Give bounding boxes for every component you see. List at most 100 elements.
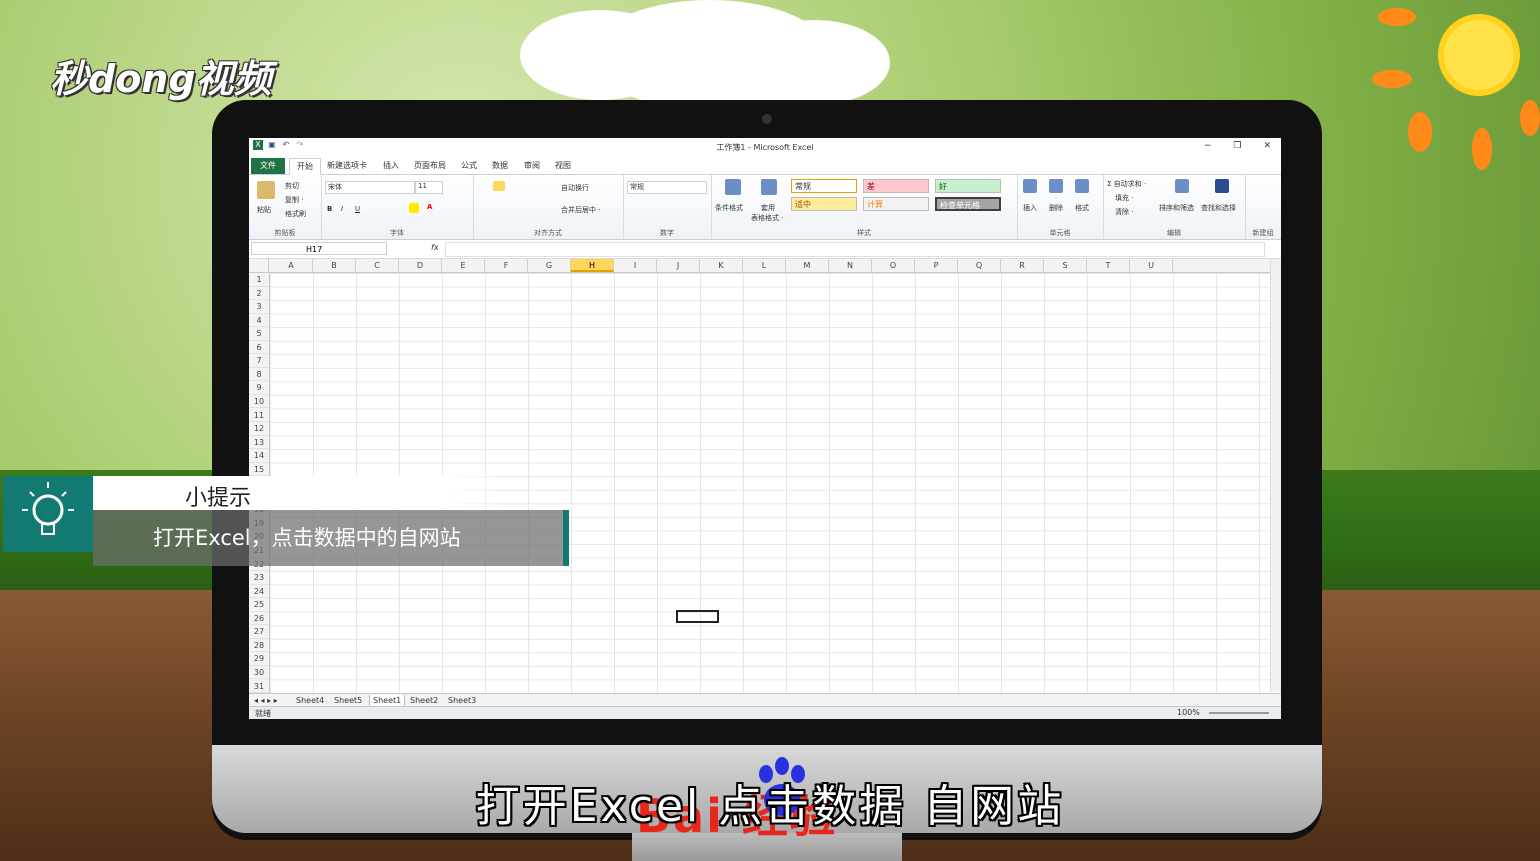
column-header[interactable]: G [528, 259, 571, 272]
row-header[interactable]: 10 [249, 395, 269, 409]
tab-home[interactable]: 开始 [289, 158, 321, 176]
cut-button[interactable]: 剪切 [285, 181, 299, 191]
tab-review[interactable]: 审阅 [524, 158, 540, 174]
conditional-format-icon[interactable] [725, 179, 741, 195]
select-all-corner[interactable] [249, 259, 269, 272]
row-header[interactable]: 27 [249, 625, 269, 639]
paste-button[interactable]: 粘贴 [257, 205, 271, 215]
tab-file[interactable]: 文件 [251, 158, 285, 174]
align-middle-icon[interactable] [493, 181, 505, 191]
column-header[interactable]: E [442, 259, 485, 272]
format-cells-icon[interactable] [1075, 179, 1089, 193]
style-calculation[interactable]: 计算 [863, 197, 929, 211]
row-header[interactable]: 9 [249, 381, 269, 395]
row-header[interactable]: 29 [249, 652, 269, 666]
sort-filter-icon[interactable] [1175, 179, 1189, 193]
row-header[interactable]: 24 [249, 585, 269, 599]
font-size-select[interactable]: 11 [415, 181, 443, 194]
style-bad[interactable]: 差 [863, 179, 929, 193]
column-header[interactable]: C [356, 259, 399, 272]
column-header[interactable]: H [571, 259, 614, 272]
column-header[interactable]: M [786, 259, 829, 272]
column-header[interactable]: K [700, 259, 743, 272]
close-button[interactable]: ✕ [1263, 141, 1271, 151]
column-header[interactable]: N [829, 259, 872, 272]
sort-filter-button[interactable]: 排序和筛选 [1159, 203, 1194, 213]
name-box[interactable]: H17 [251, 242, 387, 255]
column-header[interactable]: R [1001, 259, 1044, 272]
row-header[interactable]: 30 [249, 666, 269, 680]
tab-data[interactable]: 数据 [492, 158, 508, 174]
find-select-icon[interactable] [1215, 179, 1229, 193]
table-format-icon[interactable] [761, 179, 777, 195]
row-header[interactable]: 13 [249, 436, 269, 450]
table-format-button-2[interactable]: 表格格式 · [751, 213, 783, 223]
italic-button[interactable]: I [341, 205, 343, 213]
tab-page-layout[interactable]: 页面布局 [414, 158, 446, 174]
row-header[interactable]: 11 [249, 409, 269, 423]
paste-icon[interactable] [257, 181, 275, 199]
column-header[interactable]: I [614, 259, 657, 272]
number-format-select[interactable]: 常规 [627, 181, 707, 194]
formula-input[interactable] [445, 242, 1265, 257]
minimize-button[interactable]: − [1204, 141, 1212, 151]
column-header[interactable]: A [270, 259, 313, 272]
vertical-scrollbar[interactable] [1270, 259, 1281, 692]
row-header[interactable]: 7 [249, 354, 269, 368]
column-header[interactable]: O [872, 259, 915, 272]
style-normal[interactable]: 常规 [791, 179, 857, 193]
tab-new[interactable]: 新建选项卡 [327, 158, 367, 174]
sheet-tab[interactable]: Sheet2 [407, 695, 441, 706]
row-header[interactable]: 26 [249, 612, 269, 626]
zoom-slider[interactable] [1209, 712, 1269, 714]
fx-icon[interactable]: fx [431, 243, 439, 252]
active-cell[interactable] [676, 610, 719, 623]
sheet-tab[interactable]: Sheet3 [445, 695, 479, 706]
column-header[interactable]: T [1087, 259, 1130, 272]
column-header[interactable]: S [1044, 259, 1087, 272]
column-header[interactable]: L [743, 259, 786, 272]
fill-color-icon[interactable] [409, 203, 419, 213]
restore-button[interactable]: ❐ [1233, 141, 1241, 151]
table-format-button[interactable]: 套用 [761, 203, 775, 213]
format-painter-button[interactable]: 格式刷 [285, 209, 306, 219]
copy-button[interactable]: 复制 · [285, 195, 303, 205]
format-button[interactable]: 格式 [1075, 203, 1089, 213]
row-header[interactable]: 28 [249, 639, 269, 653]
row-header[interactable]: 4 [249, 314, 269, 328]
sheet-nav-arrows[interactable]: ◂ ◂ ▸ ▸ [251, 695, 281, 706]
find-select-button[interactable]: 查找和选择 [1201, 203, 1236, 213]
column-header[interactable]: Q [958, 259, 1001, 272]
row-header[interactable]: 3 [249, 300, 269, 314]
row-header[interactable]: 23 [249, 571, 269, 585]
conditional-format-button[interactable]: 条件格式 [715, 203, 743, 213]
row-header[interactable]: 5 [249, 327, 269, 341]
row-header[interactable]: 15 [249, 463, 269, 477]
merge-center-button[interactable]: 合并后居中 · [561, 205, 600, 215]
bold-button[interactable]: B [327, 205, 332, 213]
style-good[interactable]: 好 [935, 179, 1001, 193]
zoom-level[interactable]: 100% [1177, 708, 1200, 717]
clear-button[interactable]: 清除 · [1115, 207, 1133, 217]
column-header[interactable]: P [915, 259, 958, 272]
insert-cells-icon[interactable] [1023, 179, 1037, 193]
row-header[interactable]: 12 [249, 422, 269, 436]
autosum-button[interactable]: Σ 自动求和 · [1107, 179, 1146, 189]
sheet-tab[interactable]: Sheet4 [293, 695, 327, 706]
column-header[interactable]: F [485, 259, 528, 272]
tab-insert[interactable]: 插入 [383, 158, 399, 174]
column-header[interactable]: U [1130, 259, 1173, 272]
column-header[interactable]: B [313, 259, 356, 272]
row-header[interactable]: 25 [249, 598, 269, 612]
fill-button[interactable]: 填充 · [1115, 193, 1133, 203]
delete-button[interactable]: 删除 [1049, 203, 1063, 213]
row-header[interactable]: 8 [249, 368, 269, 382]
tab-view[interactable]: 视图 [555, 158, 571, 174]
font-name-select[interactable]: 宋体 [325, 181, 415, 194]
row-header[interactable]: 14 [249, 449, 269, 463]
delete-cells-icon[interactable] [1049, 179, 1063, 193]
style-check-cell[interactable]: 检查单元格 [935, 197, 1001, 211]
style-neutral[interactable]: 适中 [791, 197, 857, 211]
column-header[interactable]: J [657, 259, 700, 272]
underline-button[interactable]: U [355, 205, 360, 213]
